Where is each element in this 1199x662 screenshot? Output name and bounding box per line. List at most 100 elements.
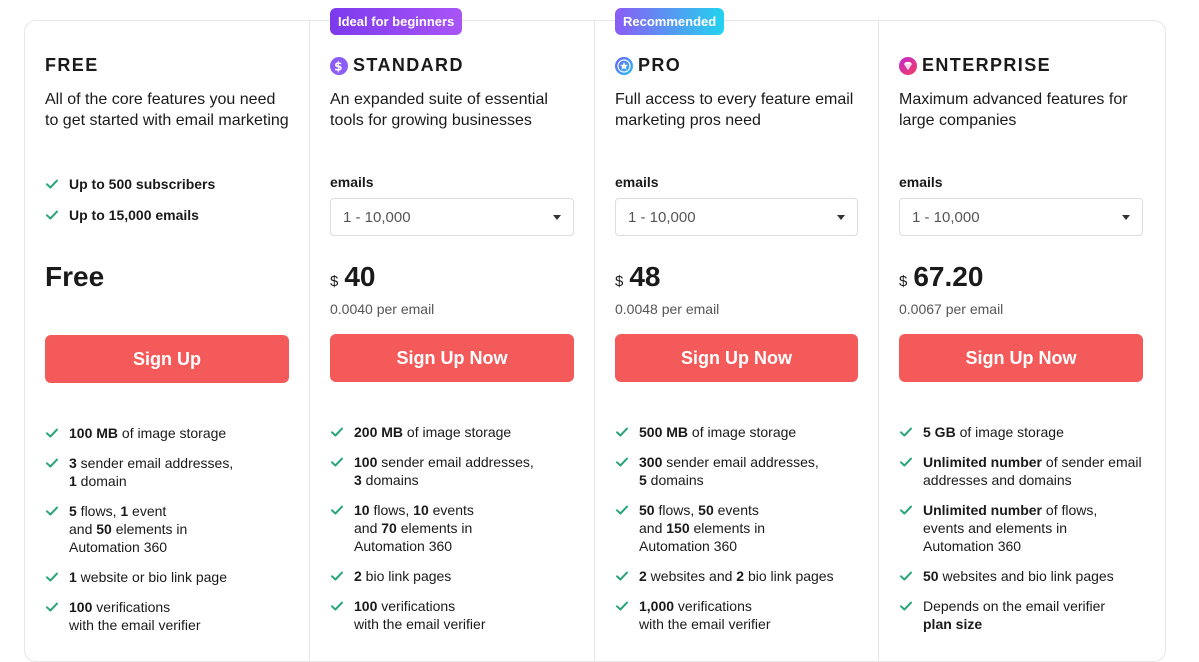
price: $ 48: [615, 261, 661, 293]
check-icon: [615, 503, 629, 517]
emails-label: emails: [330, 174, 374, 190]
sign-up-button[interactable]: Sign Up: [45, 335, 289, 383]
check-icon: [899, 455, 913, 469]
dollar-icon: $: [330, 56, 348, 75]
list-item: 2 websites and 2 bio link pages: [615, 567, 858, 585]
plan-description: All of the core features you need to get…: [45, 91, 289, 129]
list-item: 300 sender email addresses, 5 domains: [615, 453, 858, 489]
feature-text: 50 flows, 50 events and 150 elements in Au…: [639, 502, 766, 554]
emails-select-value: 1 - 10,000: [628, 208, 696, 226]
feature-text: 1,000 verifications with the email verifi…: [639, 598, 771, 632]
diamond-icon: [899, 56, 917, 75]
check-icon: [45, 600, 59, 614]
feature-text: 100 MB of image storage: [69, 425, 227, 441]
emails-select[interactable]: 1 - 10,000: [615, 198, 858, 236]
check-icon: [899, 503, 913, 517]
chevron-down-icon: [1122, 214, 1130, 220]
list-item: 5 GB of image storage: [899, 423, 1143, 441]
feature-text: 100 verifications with the email verifier: [69, 599, 201, 633]
emails-select[interactable]: 1 - 10,000: [330, 198, 574, 236]
list-item: 50 flows, 50 events and 150 elements in Au…: [615, 501, 858, 555]
feature-text: 100 sender email addresses, 3 domains: [354, 454, 534, 488]
check-icon: [615, 455, 629, 469]
feature-text: Up to 500 subscribers: [69, 176, 216, 192]
feature-text: 2 bio link pages: [354, 568, 452, 584]
emails-label: emails: [615, 174, 659, 190]
plan-title: $ STANDARD: [330, 55, 464, 76]
pricing-table: FREE All of the core features you need t…: [24, 8, 1166, 662]
price: $ 67.20: [899, 261, 983, 293]
list-item: 500 MB of image storage: [615, 423, 858, 441]
plan-card-free: FREE All of the core features you need t…: [25, 21, 309, 661]
check-icon: [615, 569, 629, 583]
check-icon: [330, 503, 344, 517]
emails-label: emails: [899, 174, 943, 190]
plan-badge: Ideal for beginners: [330, 8, 463, 35]
plan-badge: Recommended: [615, 8, 725, 35]
svg-text:$: $: [334, 59, 344, 73]
check-icon: [45, 426, 59, 440]
feature-text: 100 verifications with the email verifier: [354, 598, 486, 632]
feature-text: 2 websites and 2 bio link pages: [639, 568, 834, 584]
plan-title: PRO: [615, 55, 681, 76]
list-item: 5 flows, 1 event and 50 elements in Automa…: [45, 502, 289, 556]
feature-text: Unlimited number of sender email addresse…: [923, 454, 1142, 488]
plan-title: FREE: [45, 55, 99, 76]
sign-up-now-button[interactable]: Sign Up Now: [899, 334, 1143, 382]
check-icon: [330, 455, 344, 469]
plan-description: An expanded suite of essential tools for…: [330, 91, 548, 129]
currency: $: [330, 273, 339, 290]
feature-list: 5 GB of image storage Unlimited number of…: [899, 423, 1143, 645]
list-item: 1,000 verifications with the email verifi…: [615, 597, 858, 633]
plan-description: Maximum advanced features for large comp…: [899, 91, 1128, 129]
feature-text: 300 sender email addresses, 5 domains: [639, 454, 819, 488]
price-amount: 48: [629, 261, 661, 292]
emails-select[interactable]: 1 - 10,000: [899, 198, 1143, 236]
feature-text: Unlimited number of flows, events and ele…: [923, 502, 1098, 554]
plan-title: ENTERPRISE: [899, 55, 1051, 76]
feature-text: 1 website or bio link page: [69, 569, 227, 585]
list-item: 1 website or bio link page: [45, 568, 289, 586]
sign-up-now-button[interactable]: Sign Up Now: [330, 334, 574, 382]
feature-text: 500 MB of image storage: [639, 424, 797, 440]
plan-card-standard: Ideal for beginners $ STANDARD An expand…: [309, 8, 594, 661]
plan-description: Full access to every feature email marke…: [615, 91, 854, 129]
plan-name: FREE: [45, 55, 99, 75]
star-icon: [615, 56, 633, 75]
list-item: 50 websites and bio link pages: [899, 567, 1143, 585]
check-icon: [899, 569, 913, 583]
plan-name: PRO: [638, 55, 682, 75]
list-item: 10 flows, 10 events and 70 elements in Aut…: [330, 501, 574, 555]
price-label: Free: [45, 261, 105, 292]
check-icon: [615, 425, 629, 439]
plan-name: ENTERPRISE: [922, 55, 1052, 75]
list-item: 100 MB of image storage: [45, 424, 289, 442]
feature-list: 500 MB of image storage 300 sender email …: [615, 423, 858, 645]
list-item: 100 verifications with the email verifier: [45, 598, 289, 634]
feature-text: Depends on the email verifier plan size: [923, 598, 1106, 632]
sign-up-now-button[interactable]: Sign Up Now: [615, 334, 858, 382]
price: $ 40: [330, 261, 376, 293]
feature-text: 5 GB of image storage: [923, 424, 1064, 440]
check-icon: [330, 569, 344, 583]
price-per-email: 0.0067 per email: [899, 301, 1004, 317]
feature-text: 5 flows, 1 event and 50 elements in Automa…: [69, 503, 188, 555]
list-item: 200 MB of image storage: [330, 423, 574, 441]
check-icon: [45, 504, 59, 518]
price-amount: 67.20: [913, 261, 984, 292]
plan-name: STANDARD: [353, 55, 464, 75]
feature-text: 10 flows, 10 events and 70 elements in Aut…: [354, 502, 474, 554]
list-item: 100 sender email addresses, 3 domains: [330, 453, 574, 489]
check-icon: [45, 570, 59, 584]
feature-text: 200 MB of image storage: [354, 424, 512, 440]
list-item: Depends on the email verifier plan size: [899, 597, 1143, 633]
check-icon: [899, 425, 913, 439]
emails-select-value: 1 - 10,000: [343, 208, 411, 226]
feature-text: Up to 15,000 emails: [69, 207, 199, 223]
currency: $: [615, 273, 624, 290]
check-icon: [615, 599, 629, 613]
plan-card-pro: Recommended PRO Full access to every fea…: [594, 8, 878, 661]
chevron-down-icon: [837, 214, 845, 220]
list-item: 3 sender email addresses, 1 domain: [45, 454, 289, 490]
feature-list: 200 MB of image storage 100 sender email …: [330, 423, 574, 645]
